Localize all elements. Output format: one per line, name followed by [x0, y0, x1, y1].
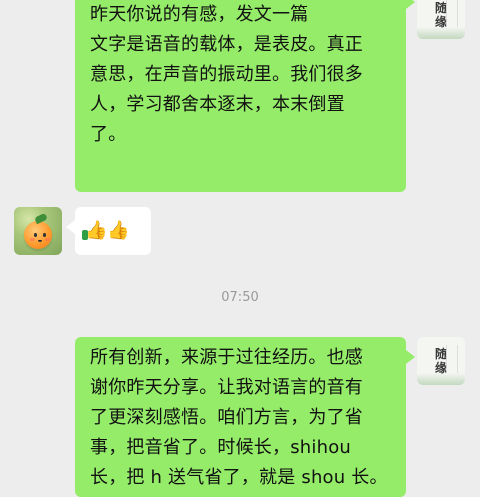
message-line: 长，把 h 送气省了，就是 shou 长。: [90, 467, 388, 488]
message-line: 了。: [90, 124, 127, 145]
avatar-decor-wash: [417, 373, 465, 385]
avatar-decor-lines: [446, 0, 458, 27]
thumbs-up-icon: 👍👍: [82, 220, 130, 241]
emoji-row: 👍👍: [75, 207, 151, 255]
message-line: 文字是语音的载体，是表皮。真正: [90, 34, 363, 55]
cheek-decor: [45, 238, 50, 241]
message-line: 人，学习都舍本逐末，本末倒置: [90, 94, 345, 115]
avatar-decor-wash: [417, 27, 465, 39]
message-line: 谢你昨天分享。让我对语言的音有: [90, 377, 363, 398]
message-bubble-outgoing[interactable]: 所有创新，来源于过往经历。也感 谢你昨天分享。让我对语言的音有 了更深刻感悟。咱…: [75, 337, 415, 497]
mouth-decor: [38, 238, 42, 242]
message-bubble-outgoing[interactable]: 昨天你说的有感，发文一篇 文字是语音的载体，是表皮。真正 意思，在声音的振动里。…: [75, 0, 415, 192]
message-line: 昨天你说的有感，发文一篇: [90, 4, 309, 25]
avatar-self-top[interactable]: 随 缘: [417, 0, 465, 39]
avatar-decor-lines: [446, 345, 458, 373]
eye-icon: [34, 233, 37, 237]
message-timestamp: 07:50: [221, 290, 259, 305]
message-bubble-incoming[interactable]: 👍👍: [66, 207, 151, 255]
avatar-contact[interactable]: [14, 207, 62, 255]
orange-character: [24, 221, 52, 249]
message-line: 了更深刻感悟。咱们方言，为了省: [90, 407, 363, 428]
eye-icon: [43, 233, 46, 237]
cheek-decor: [30, 238, 35, 241]
avatar-self-bottom[interactable]: 随 缘: [417, 337, 465, 385]
message-line: 所有创新，来源于过往经历。也感: [90, 347, 363, 368]
message-line: 意思，在声音的振动里。我们很多: [90, 64, 363, 85]
message-line: 事，把音省了。时候长，shihou: [90, 437, 352, 458]
